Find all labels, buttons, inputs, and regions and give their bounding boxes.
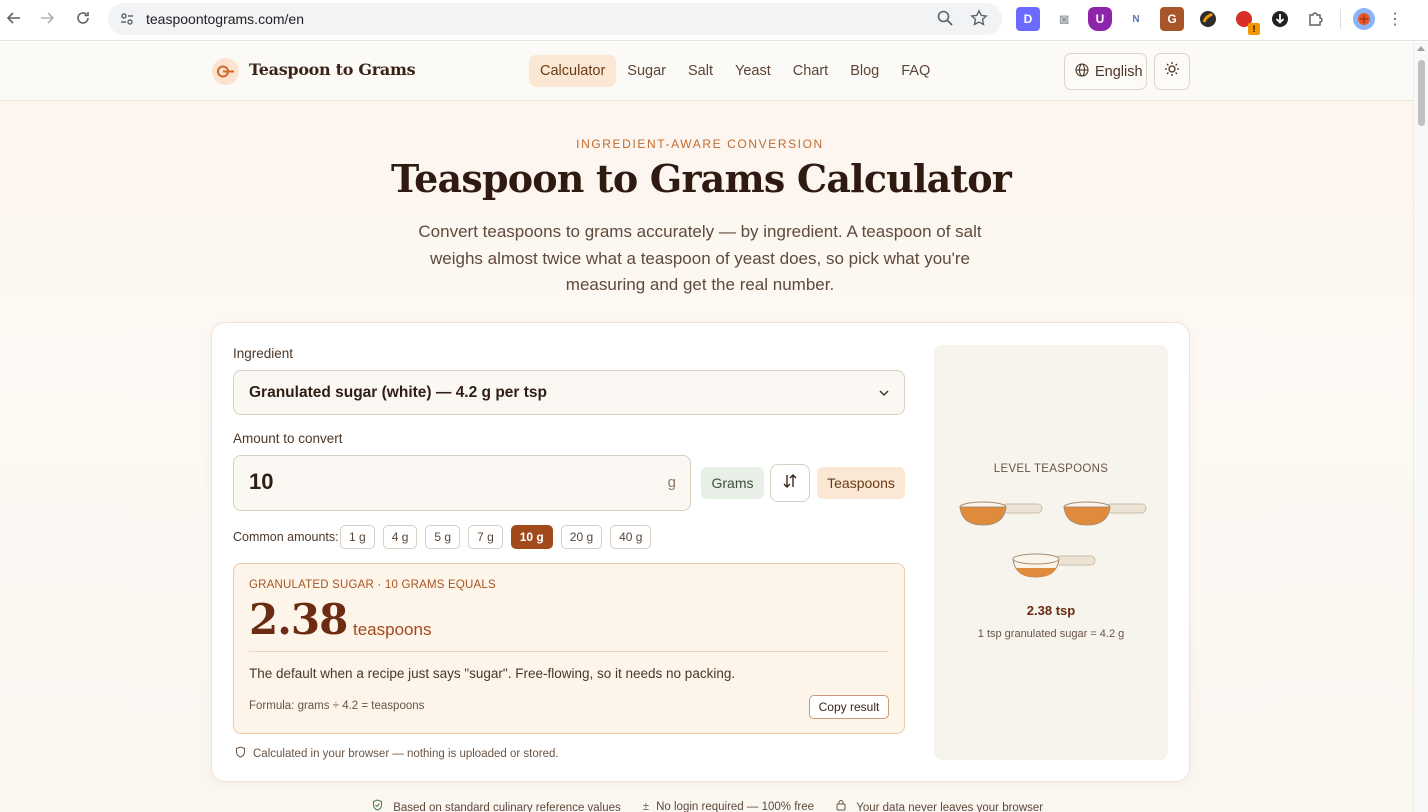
nav-yeast[interactable]: Yeast	[724, 55, 782, 87]
result-description: The default when a recipe just says "sug…	[249, 666, 736, 681]
download-extension-icon[interactable]	[1268, 7, 1292, 31]
browser-toolbar: teaspoontograms.com/en D ◙ U N G ! ⋮	[0, 0, 1428, 41]
warning-extension-icon[interactable]: !	[1232, 7, 1260, 35]
g-extension-icon[interactable]: G	[1160, 7, 1184, 31]
amount-chip[interactable]: 5 g	[425, 525, 461, 549]
ingredient-selected-value: Granulated sugar (white) — 4.2 g per tsp	[249, 383, 547, 401]
privacy-note: Calculated in your browser — nothing is …	[235, 746, 559, 761]
swap-units-button[interactable]	[770, 464, 810, 502]
amount-chip-active[interactable]: 10 g	[510, 525, 553, 549]
ingredient-select[interactable]: Granulated sugar (white) — 4.2 g per tsp	[233, 370, 905, 415]
page: Teaspoon to Grams Calculator Sugar Salt …	[0, 42, 1413, 812]
zoom-icon[interactable]	[936, 9, 954, 32]
teaspoon-full-icon	[959, 501, 1043, 526]
result-unit: teaspoons	[353, 620, 432, 639]
result-panel: GRANULATED SUGAR · 10 GRAMS EQUALS 2.38 …	[233, 563, 905, 734]
teaspoon-partial-icon	[1012, 553, 1096, 578]
amount-chip[interactable]: 40 g	[610, 525, 652, 549]
common-amounts-label: Common amounts:	[233, 530, 339, 544]
ublock-extension-icon[interactable]: U	[1088, 7, 1112, 31]
nav-blog[interactable]: Blog	[839, 55, 890, 87]
url-text[interactable]: teaspoontograms.com/en	[146, 11, 304, 27]
trust-text: Based on standard culinary reference val…	[393, 802, 621, 812]
page-scrollbar[interactable]	[1413, 42, 1428, 812]
calculator-card: Ingredient Granulated sugar (white) — 4.…	[211, 322, 1190, 782]
nav-sugar[interactable]: Sugar	[616, 55, 677, 87]
extensions-puzzle-icon[interactable]	[1304, 7, 1328, 31]
amount-input[interactable]: 10 g	[233, 455, 691, 511]
trust-text: Your data never leaves your browser	[856, 802, 1044, 812]
teaspoon-full-icon	[1063, 501, 1147, 526]
amount-chip[interactable]: 4 g	[382, 525, 418, 549]
swap-arrows-icon	[782, 473, 798, 494]
hero-eyebrow: INGREDIENT-AWARE CONVERSION	[576, 137, 824, 151]
visual-title: LEVEL TEASPOONS	[993, 463, 1109, 475]
nav-salt[interactable]: Salt	[677, 55, 724, 87]
page-title: Teaspoon to Grams Calculator	[391, 156, 1012, 201]
copy-result-button[interactable]: Copy result	[809, 695, 889, 719]
amount-chip[interactable]: 1 g	[340, 525, 375, 549]
bookmark-star-icon[interactable]	[970, 9, 988, 32]
result-eyebrow: GRANULATED SUGAR · 10 GRAMS EQUALS	[249, 579, 496, 591]
site-settings-icon[interactable]	[117, 9, 137, 29]
nav-faq[interactable]: FAQ	[890, 55, 941, 87]
main-nav: Calculator Sugar Salt Yeast Chart Blog F…	[529, 55, 941, 87]
amount-unit: g	[667, 474, 676, 491]
trust-item: ± No login required — 100% free	[643, 801, 814, 812]
scroll-up-arrow-icon[interactable]	[1417, 46, 1425, 51]
privacy-text: Calculated in your browser — nothing is …	[253, 747, 559, 760]
lock-icon	[836, 800, 849, 812]
shield-icon	[235, 746, 246, 761]
swirl-extension-icon[interactable]	[1196, 7, 1220, 31]
visual-note: 1 tsp granulated sugar = 4.2 g	[977, 628, 1125, 640]
nav-chart[interactable]: Chart	[782, 55, 839, 87]
scroll-thumb[interactable]	[1418, 60, 1425, 126]
trust-item: Based on standard culinary reference val…	[372, 799, 621, 812]
news-extension-icon[interactable]: N	[1124, 7, 1148, 31]
trust-item: Your data never leaves your browser	[836, 799, 1043, 812]
reload-icon[interactable]	[69, 4, 97, 32]
result-divider	[249, 651, 889, 652]
check-shield-icon	[372, 799, 386, 812]
visual-value: 2.38 tsp	[1026, 603, 1076, 618]
trust-text: No login required — 100% free	[656, 800, 815, 812]
toolbar-separator	[1340, 9, 1341, 29]
chevron-down-icon	[878, 386, 890, 404]
language-button[interactable]: English	[1064, 53, 1147, 90]
camera-extension-icon[interactable]: ◙	[1052, 7, 1076, 31]
hero-lede: Convert teaspoons to grams accurately — …	[418, 222, 982, 294]
amount-value[interactable]: 10	[249, 469, 273, 495]
site-header: Teaspoon to Grams Calculator Sugar Salt …	[0, 42, 1413, 101]
common-amounts: 1 g 4 g 5 g 7 g 10 g 20 g 40 g	[340, 525, 652, 549]
to-unit-pill: Teaspoons	[817, 467, 905, 499]
trust-bar: Based on standard culinary reference val…	[372, 799, 1043, 812]
amount-chip[interactable]: 7 g	[468, 525, 503, 549]
result-formula: Formula: grams ÷ 4.2 = teaspoons	[249, 700, 425, 712]
language-label: English	[1095, 63, 1143, 80]
from-unit-pill: Grams	[701, 467, 764, 499]
address-bar[interactable]: teaspoontograms.com/en	[108, 3, 1002, 35]
profile-avatar[interactable]	[1353, 8, 1375, 30]
forward-icon[interactable]	[33, 4, 61, 32]
nav-calculator[interactable]: Calculator	[529, 55, 617, 87]
browser-menu-icon[interactable]: ⋮	[1387, 9, 1403, 29]
ingredient-label: Ingredient	[233, 346, 294, 361]
back-icon[interactable]	[0, 4, 28, 32]
d-extension-icon[interactable]: D	[1016, 7, 1040, 31]
amount-chip[interactable]: 20 g	[560, 525, 603, 549]
plus-minus-icon: ±	[642, 800, 650, 812]
logo-spoon-icon[interactable]	[212, 58, 239, 85]
theme-toggle-button[interactable]	[1154, 53, 1190, 90]
amount-label: Amount to convert	[233, 431, 343, 446]
spoon-visual-panel: LEVEL TEASPOONS 2.38 tsp 1 tsp granulate…	[934, 345, 1168, 760]
sun-icon	[1164, 61, 1180, 82]
result-value: 2.38	[249, 595, 348, 644]
globe-icon	[1075, 62, 1089, 81]
logo-text[interactable]: Teaspoon to Grams	[249, 60, 416, 79]
